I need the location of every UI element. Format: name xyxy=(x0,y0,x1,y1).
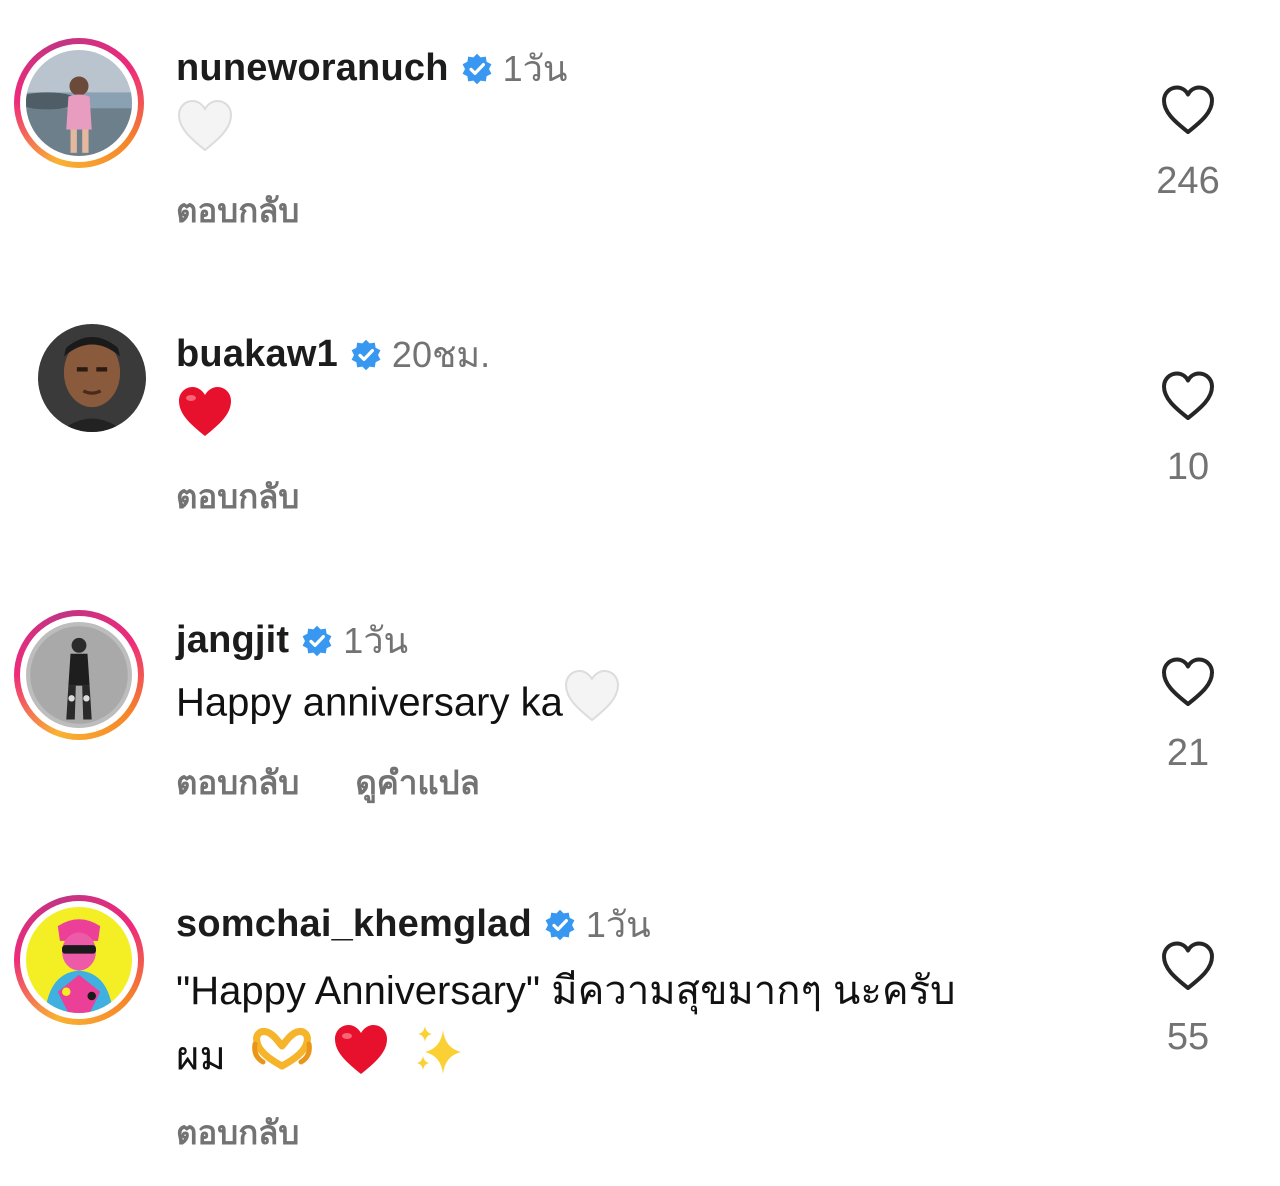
heart-outline-icon[interactable] xyxy=(1160,940,1216,992)
avatar[interactable] xyxy=(38,324,146,432)
like-count: 246 xyxy=(1156,160,1220,202)
username[interactable]: buakaw1 xyxy=(176,333,338,376)
like-column: 246 xyxy=(1140,84,1236,203)
reply-button[interactable]: ตอบกลับ xyxy=(176,756,299,809)
comment-text xyxy=(176,98,234,172)
comment-text-line: "Happy Anniversary" มีความสุขมากๆ นะครับ xyxy=(176,969,956,1013)
username[interactable]: nuneworanuch xyxy=(176,47,449,90)
avatar-container[interactable] xyxy=(14,314,146,444)
comment-text: ผม xyxy=(176,1022,467,1096)
white-heart-icon xyxy=(176,98,234,172)
red-heart-icon xyxy=(176,384,234,458)
reply-button[interactable]: ตอบกลับ xyxy=(176,470,299,523)
avatar[interactable] xyxy=(26,622,132,728)
like-column: 21 xyxy=(1140,656,1236,775)
like-count: 55 xyxy=(1166,1016,1210,1058)
verified-badge-icon xyxy=(350,339,382,371)
timestamp: 1วัน xyxy=(585,904,651,945)
verified-badge-icon xyxy=(461,53,493,85)
verified-badge-icon xyxy=(301,625,333,657)
reply-button[interactable]: ตอบกลับ xyxy=(176,1106,299,1159)
username[interactable]: somchai_khemglad xyxy=(176,903,532,946)
like-count: 10 xyxy=(1166,446,1210,488)
avatar[interactable] xyxy=(26,907,132,1013)
see-translation-button[interactable]: ดูคำแปล xyxy=(355,756,479,809)
username[interactable]: jangjit xyxy=(176,619,289,662)
heart-outline-icon[interactable] xyxy=(1160,656,1216,708)
heart-outline-icon[interactable] xyxy=(1160,84,1216,136)
like-count: 21 xyxy=(1166,732,1210,774)
avatar-story-ring[interactable] xyxy=(14,895,144,1025)
sparkles-icon xyxy=(411,1022,467,1096)
timestamp: 1วัน xyxy=(502,48,568,89)
avatar-story-ring[interactable] xyxy=(14,610,144,740)
avatar-story-ring[interactable] xyxy=(14,38,144,168)
avatar[interactable] xyxy=(26,50,132,156)
reply-button[interactable]: ตอบกลับ xyxy=(176,184,299,237)
comment-text: Happy anniversary ka xyxy=(176,668,621,742)
red-heart-icon xyxy=(332,1022,390,1096)
timestamp: 20ชม. xyxy=(391,334,491,375)
comment-text: "Happy Anniversary" มีความสุขมากๆ นะครับ xyxy=(176,960,956,1022)
heart-hands-icon xyxy=(251,1026,313,1092)
comment-text-content: Happy anniversary ka xyxy=(176,680,563,725)
comment-text-line: ผม xyxy=(176,1034,226,1079)
white-heart-icon xyxy=(563,668,621,742)
verified-badge-icon xyxy=(544,909,576,941)
like-column: 10 xyxy=(1140,370,1236,489)
heart-outline-icon[interactable] xyxy=(1160,370,1216,422)
comment-text xyxy=(176,384,234,458)
like-column: 55 xyxy=(1140,940,1236,1059)
timestamp: 1วัน xyxy=(343,620,409,661)
